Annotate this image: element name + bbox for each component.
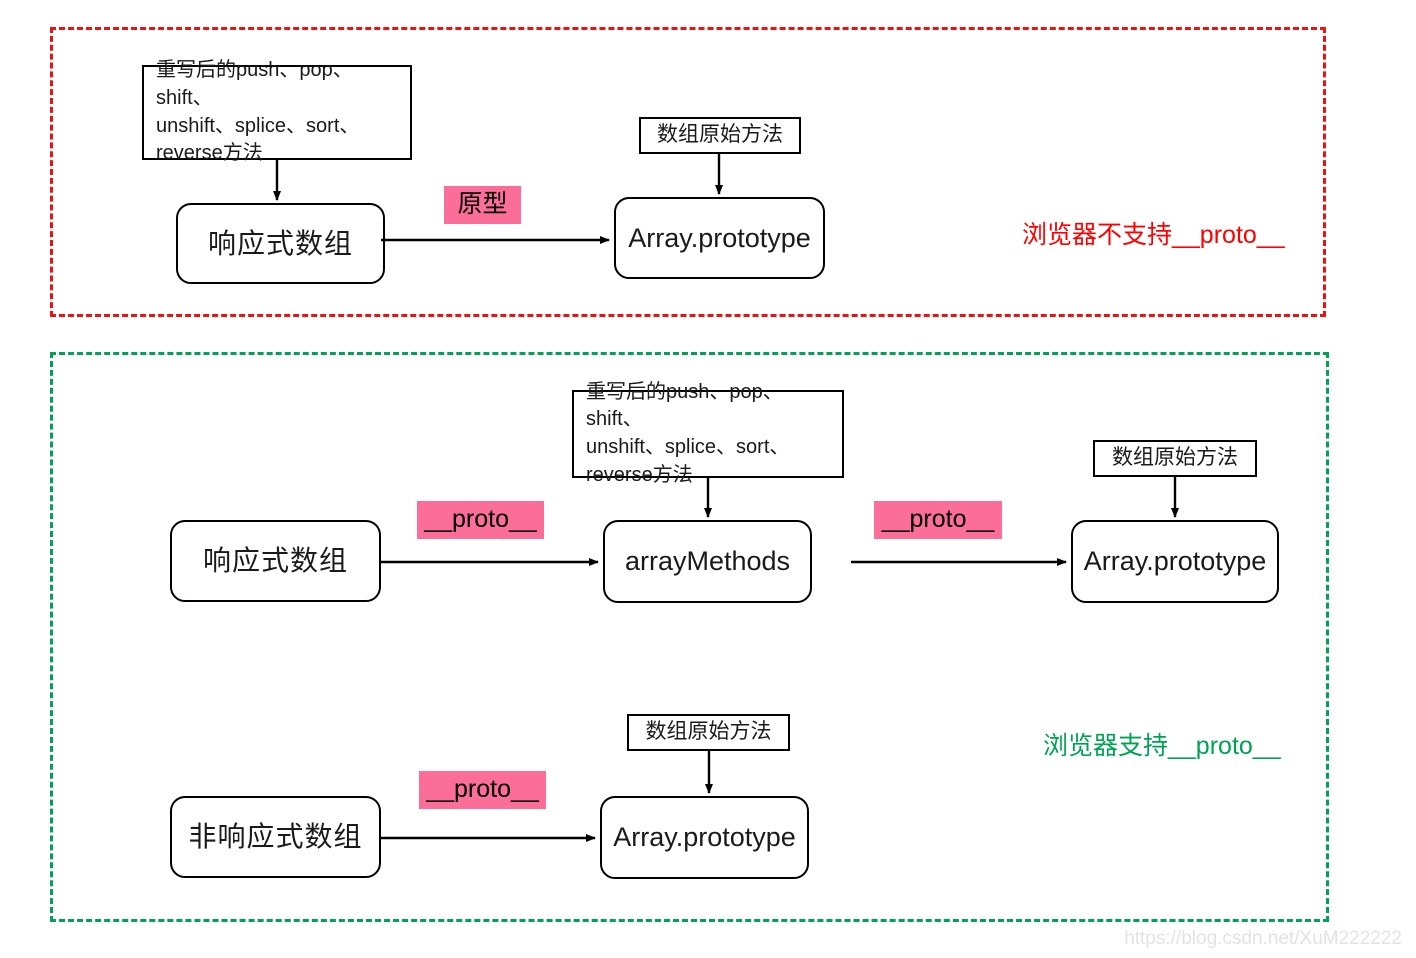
note-line: 重写后的push、pop、shift、 [156,59,353,109]
edge-label-prototype-cn: 原型 [444,186,521,224]
node-label: Array.prototype [628,222,811,253]
node-label: Array.prototype [613,822,796,853]
edge-label-proto-row2-left: __proto__ [417,501,544,539]
note-native-methods-row2: 数组原始方法 [1093,440,1257,477]
edge-label-proto-row2-right: __proto__ [874,501,1002,539]
note-line: reverse方法 [156,142,263,165]
note-native-methods-row1: 数组原始方法 [639,117,801,154]
caption-supported-proto: 浏览器支持__proto__ [1043,726,1281,762]
note-overridden-methods-row1: 重写后的push、pop、shift、 unshift、splice、sort、… [142,59,412,164]
node-array-prototype-row2: Array.prototype [1071,520,1279,603]
note-overridden-methods-row2: 重写后的push、pop、shift、 unshift、splice、sort、… [572,381,844,486]
edge-label-text: 原型 [457,189,508,218]
note-text: 数组原始方法 [645,720,772,744]
watermark: https://blog.csdn.net/XuM222222 [1124,928,1402,949]
note-line: 重写后的push、pop、shift、 [586,380,783,431]
caption-text: 浏览器支持__proto__ [1043,732,1281,760]
note-line: reverse方法 [586,463,693,486]
node-array-prototype-row3: Array.prototype [600,796,809,879]
node-reactive-array-row2: 响应式数组 [170,520,381,602]
note-text: 数组原始方法 [657,123,783,147]
node-label: 响应式数组 [202,545,348,577]
edge-label-text: __proto__ [881,504,995,533]
note-line: unshift、splice、sort、 [586,436,790,458]
note-text: 数组原始方法 [1112,446,1238,470]
edge-label-text: __proto__ [426,774,539,803]
edge-label-text: __proto__ [424,504,537,533]
node-non-reactive-array: 非响应式数组 [170,796,381,878]
node-label: Array.prototype [1083,546,1267,577]
note-native-methods-row3: 数组原始方法 [627,714,790,751]
edge-label-proto-row3: __proto__ [419,771,546,809]
caption-text: 浏览器不支持__proto__ [1022,221,1285,249]
node-label: arrayMethods [624,546,791,577]
node-reactive-array-row1: 响应式数组 [176,203,385,284]
node-array-methods: arrayMethods [603,520,812,603]
node-label: 响应式数组 [207,227,353,259]
note-line: unshift、splice、sort、 [156,114,360,137]
caption-unsupported-proto: 浏览器不支持__proto__ [1022,215,1285,251]
node-label: 非响应式数组 [188,821,363,853]
node-array-prototype-row1: Array.prototype [614,197,825,279]
